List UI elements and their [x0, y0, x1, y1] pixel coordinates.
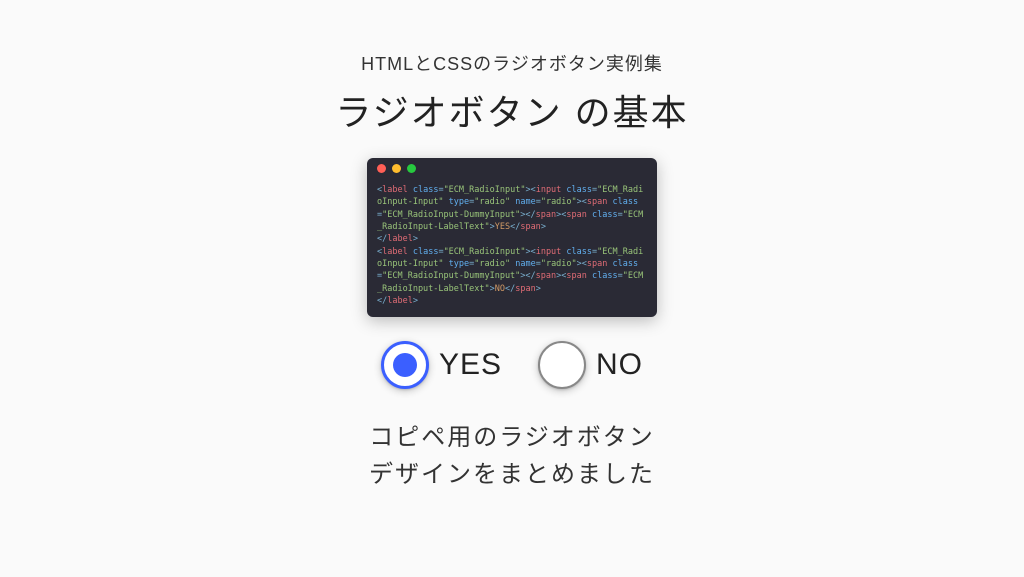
code-window-titlebar: [367, 158, 657, 178]
radio-option-yes[interactable]: YES: [381, 341, 502, 389]
close-icon: [377, 164, 386, 173]
caption-line-1: コピペ用のラジオボタン: [369, 419, 655, 456]
code-content: <label class="ECM_RadioInput"><input cla…: [367, 178, 657, 317]
radio-dot-icon: [393, 353, 417, 377]
page-subtitle: HTMLとCSSのラジオボタン実例集: [361, 50, 663, 76]
code-window: <label class="ECM_RadioInput"><input cla…: [367, 158, 657, 317]
minimize-icon: [392, 164, 401, 173]
page-title: ラジオボタン の基本: [335, 84, 688, 136]
radio-group: YES NO: [381, 341, 643, 389]
caption: コピペ用のラジオボタン デザインをまとめました: [369, 419, 655, 493]
radio-label: NO: [596, 348, 643, 382]
caption-line-2: デザインをまとめました: [369, 456, 655, 493]
radio-option-no[interactable]: NO: [538, 341, 643, 389]
zoom-icon: [407, 164, 416, 173]
radio-circle-icon[interactable]: [538, 341, 586, 389]
radio-circle-icon[interactable]: [381, 341, 429, 389]
radio-label: YES: [439, 348, 502, 382]
